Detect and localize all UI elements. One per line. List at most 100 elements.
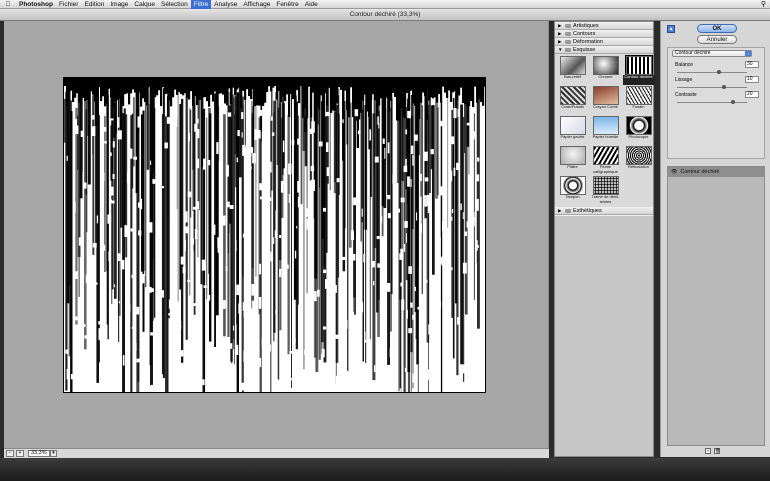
filter-thumb-label: Papier humide xyxy=(592,135,619,139)
filter-thumb-label: Réticulation xyxy=(628,165,649,169)
cancel-button[interactable]: Annuler xyxy=(697,35,737,44)
filter-thumb-label: Trame de demi-teintes xyxy=(591,195,620,204)
slider-track[interactable] xyxy=(677,72,747,73)
param-value-field[interactable]: 30 xyxy=(745,61,759,68)
folder-icon xyxy=(565,39,571,44)
slider-track[interactable] xyxy=(677,102,747,103)
filter-thumb[interactable]: Crayon Conté xyxy=(589,86,622,115)
menu-item-affichage[interactable]: Affichage xyxy=(240,0,273,9)
triangle-right-icon[interactable]: ▶ xyxy=(558,22,563,30)
filter-gallery: ▶ Artistiques ▶ Contours ▶ Déformation ▼ Esquis… xyxy=(554,21,655,457)
filter-thumb-label: Chrome xyxy=(598,75,613,79)
apple-icon[interactable]:  xyxy=(0,1,16,8)
filter-thumb-label: Bas-relief xyxy=(564,75,581,79)
menu-item-sélection[interactable]: Sélection xyxy=(158,0,191,9)
triangle-right-icon[interactable]: ▶ xyxy=(558,207,563,215)
filter-thumb[interactable]: Contour déchiré xyxy=(622,55,655,85)
gallery-category[interactable]: ▶ Déformation xyxy=(555,38,653,46)
slider-knob[interactable] xyxy=(731,100,735,104)
settings-panel: ▲ OK Annuler Contour déchiré ↕ Balance 30… xyxy=(660,21,770,457)
filter-select[interactable]: Contour déchiré ↕ xyxy=(672,50,752,57)
chevron-down-icon[interactable]: ▾ xyxy=(50,450,57,457)
filter-thumb[interactable]: Craie/Fusain xyxy=(556,86,589,115)
gallery-category-label: Esthétiques xyxy=(573,207,602,214)
menu-item-analyse[interactable]: Analyse xyxy=(211,0,240,9)
filter-thumb[interactable]: Fusain xyxy=(622,86,655,115)
folder-icon xyxy=(565,31,571,36)
gallery-category-label: Déformation xyxy=(573,38,603,45)
filter-thumb-image xyxy=(592,56,619,75)
menu-item-fichier[interactable]: Fichier xyxy=(56,0,82,9)
filter-thumb[interactable]: Papier gaufré xyxy=(556,116,589,145)
torn-edges-pattern xyxy=(64,78,485,392)
param-label: Contraste xyxy=(675,92,697,98)
filter-thumb[interactable]: Plume calligraphique xyxy=(589,146,622,175)
filter-thumb[interactable]: Trame de demi-teintes xyxy=(589,176,622,205)
menu-item-image[interactable]: Image xyxy=(107,0,131,9)
collapse-gallery-button[interactable]: ▲ xyxy=(667,25,675,33)
filter-thumb-image xyxy=(625,116,652,135)
menu-item-calque[interactable]: Calque xyxy=(131,0,158,9)
gallery-category-label: Contours xyxy=(573,30,596,37)
slider-knob[interactable] xyxy=(721,85,726,89)
slider-track[interactable] xyxy=(677,87,747,88)
param-value-field[interactable]: 20 xyxy=(745,91,759,98)
menu-item-aide[interactable]: Aide xyxy=(302,0,321,9)
preview-area[interactable] xyxy=(4,21,549,448)
filter-thumb-image xyxy=(559,146,586,165)
zoom-in-button[interactable]: + xyxy=(16,450,24,457)
filter-thumb-image xyxy=(559,176,586,195)
folder-icon xyxy=(565,47,571,52)
filter-thumb[interactable]: Tampon xyxy=(556,176,589,205)
triangle-down-icon[interactable]: ▼ xyxy=(558,46,563,54)
gallery-category[interactable]: ▶ Artistiques xyxy=(555,22,653,30)
gallery-empty-area xyxy=(555,216,653,456)
filter-thumb-label: Craie/Fusain xyxy=(561,105,584,109)
filter-thumb-image xyxy=(592,176,619,195)
gallery-category[interactable]: ▶ Esthétiques xyxy=(555,207,653,215)
menu-item-fenêtre[interactable]: Fenêtre xyxy=(273,0,301,9)
filter-thumb[interactable]: Réticulation xyxy=(622,146,655,175)
filter-thumb[interactable]: Bas-relief xyxy=(556,56,589,85)
gallery-category-label: Artistiques xyxy=(573,22,599,29)
filter-thumb-label: Crayon Conté xyxy=(593,105,618,109)
folder-icon xyxy=(565,23,571,28)
eye-icon[interactable]: 👁 xyxy=(671,167,677,177)
effect-layer-row[interactable]: 👁 Contour déchiré xyxy=(668,167,764,177)
folder-icon xyxy=(565,208,571,213)
filter-thumb-label: Plâtre xyxy=(567,165,578,169)
filter-thumb-image xyxy=(625,146,652,165)
filter-select-value: Contour déchiré xyxy=(675,50,711,56)
zoom-field[interactable]: 33,3% xyxy=(28,450,50,457)
filter-thumb[interactable]: Plâtre xyxy=(556,146,589,175)
filter-thumb-label: Photocopie xyxy=(628,135,649,139)
filter-thumb-image xyxy=(592,86,619,105)
trash-icon[interactable]: 🗑 xyxy=(714,448,720,454)
gallery-category[interactable]: ▶ Contours xyxy=(555,30,653,38)
new-effect-layer-icon[interactable]: + xyxy=(705,448,711,454)
filter-thumb[interactable]: Papier humide xyxy=(589,116,622,145)
gallery-category[interactable]: ▼ Esquisse xyxy=(555,46,653,54)
filter-thumb[interactable]: Photocopie xyxy=(622,116,655,145)
menu-item-filtre[interactable]: Filtre xyxy=(190,0,212,9)
torn-edges-image xyxy=(64,78,485,392)
triangle-right-icon[interactable]: ▶ xyxy=(558,30,563,38)
ok-button[interactable]: OK xyxy=(697,24,737,33)
search-icon[interactable]: ⚲ xyxy=(761,0,766,9)
chevron-updown-icon: ↕ xyxy=(745,51,751,56)
param-label: Lissage xyxy=(675,77,693,83)
menu-item-edition[interactable]: Edition xyxy=(81,0,107,9)
filter-thumb-image xyxy=(624,55,653,76)
menu-item-photoshop[interactable]: Photoshop xyxy=(16,0,56,9)
triangle-right-icon[interactable]: ▶ xyxy=(558,38,563,46)
effect-layer-label: Contour déchiré xyxy=(680,169,720,175)
filter-thumb[interactable]: Chrome xyxy=(589,56,622,85)
window-title: Contour déchiré (33,3%) xyxy=(0,9,770,21)
param-value-field[interactable]: 10 xyxy=(745,76,759,83)
param-contraste: Contraste 20 xyxy=(675,91,761,112)
filter-thumb-label: Papier gaufré xyxy=(560,135,585,139)
gallery-category-label: Esquisse xyxy=(573,46,596,53)
slider-knob[interactable] xyxy=(717,70,721,74)
zoom-out-button[interactable]: − xyxy=(6,450,14,457)
filter-thumb-image xyxy=(559,86,586,105)
